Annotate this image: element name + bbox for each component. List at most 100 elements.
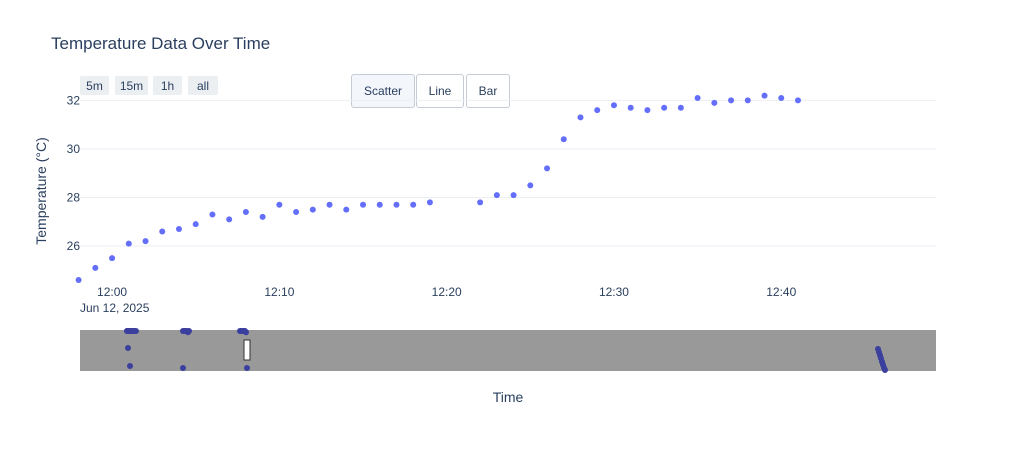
data-point[interactable]: [259, 213, 266, 220]
range-slider-point: [875, 346, 881, 352]
range-slider-point: [239, 328, 245, 334]
data-point[interactable]: [627, 104, 634, 111]
range-slider-point: [878, 355, 884, 362]
range-slider-point: [125, 345, 131, 351]
x-tick-label: 12:40: [766, 285, 796, 299]
data-point[interactable]: [309, 206, 316, 213]
chart-title: Temperature Data Over Time: [51, 34, 271, 53]
data-point[interactable]: [92, 264, 99, 271]
range-slider-point: [127, 328, 133, 334]
y-tick-label: 26: [67, 239, 81, 253]
data-point[interactable]: [493, 192, 500, 199]
data-point[interactable]: [728, 97, 735, 104]
y-tick-label: 30: [67, 142, 81, 156]
range-slider-point: [240, 328, 246, 334]
range-all-button[interactable]: all: [188, 76, 218, 95]
scatter-points[interactable]: [75, 92, 801, 283]
data-point[interactable]: [594, 107, 601, 114]
data-point[interactable]: [360, 201, 367, 208]
range-slider-point: [185, 329, 191, 336]
data-point[interactable]: [694, 95, 701, 101]
data-point[interactable]: [778, 95, 785, 101]
data-point[interactable]: [376, 201, 383, 208]
range-slider-handle[interactable]: [243, 339, 251, 361]
range-slider-point: [133, 328, 139, 334]
range-slider-point: [130, 328, 136, 334]
data-point[interactable]: [661, 104, 668, 111]
range-slider-point: [877, 352, 883, 359]
range-slider-background[interactable]: [80, 330, 936, 371]
y-tick-label: 28: [67, 190, 81, 204]
data-point[interactable]: [109, 255, 116, 262]
bar-type-button[interactable]: Bar: [466, 74, 510, 108]
data-point[interactable]: [159, 228, 166, 235]
range-slider-point: [182, 328, 188, 334]
range-slider-point: [129, 328, 135, 334]
data-point[interactable]: [209, 211, 216, 218]
range-slider-point: [132, 328, 138, 334]
data-point[interactable]: [410, 201, 417, 208]
x-axis-ticks: 12:00 12:10 12:20 12:30 12:40: [97, 285, 797, 299]
range-5m-button[interactable]: 5m: [80, 76, 109, 95]
range-slider-point: [881, 364, 887, 371]
data-point[interactable]: [644, 107, 651, 114]
data-point[interactable]: [192, 221, 199, 228]
range-slider-point: [124, 328, 130, 334]
range-1h-button[interactable]: 1h: [153, 76, 182, 95]
range-slider-point: [181, 328, 187, 334]
range-slider-point: [184, 328, 190, 334]
range-slider-point: [243, 329, 249, 336]
data-point[interactable]: [426, 199, 433, 206]
range-slider-point: [127, 328, 133, 334]
range-slider-point: [244, 365, 250, 371]
range-slider-point: [125, 328, 131, 334]
data-point[interactable]: [711, 99, 718, 106]
data-point[interactable]: [125, 240, 132, 247]
data-point[interactable]: [75, 277, 82, 283]
data-point[interactable]: [610, 102, 617, 109]
scatter-type-button[interactable]: Scatter: [351, 74, 415, 108]
range-slider-point: [237, 328, 243, 334]
x-tick-label: 12:10: [264, 285, 294, 299]
range-slider-point: [882, 367, 888, 373]
data-point[interactable]: [393, 201, 400, 208]
y-axis-ticks: 26 28 30 32: [67, 93, 81, 253]
data-point[interactable]: [544, 165, 551, 172]
range-slider-point: [129, 328, 135, 334]
range-slider-trace: [124, 328, 888, 373]
y-axis-title: Temperature (°C): [33, 137, 49, 245]
range-slider-point: [876, 349, 882, 356]
data-point[interactable]: [175, 226, 182, 233]
x-tick-label: 12:00: [97, 285, 127, 299]
data-point[interactable]: [761, 92, 768, 99]
data-point[interactable]: [794, 97, 801, 104]
line-type-button[interactable]: Line: [416, 74, 464, 108]
range-slider-point: [127, 363, 133, 369]
range-slider-point: [183, 328, 189, 334]
data-point[interactable]: [510, 192, 517, 199]
data-point[interactable]: [577, 114, 584, 121]
data-point[interactable]: [527, 182, 534, 189]
range-15m-button[interactable]: 15m: [115, 76, 148, 95]
data-point[interactable]: [560, 136, 567, 143]
data-point[interactable]: [226, 216, 233, 223]
range-slider[interactable]: [80, 328, 936, 373]
range-slider-point: [180, 328, 186, 334]
data-point[interactable]: [142, 238, 149, 245]
range-slider-point: [131, 328, 137, 334]
y-tick-label: 32: [67, 93, 81, 107]
range-slider-point: [124, 328, 130, 334]
data-point[interactable]: [276, 201, 283, 208]
data-point[interactable]: [343, 206, 350, 213]
x-tick-label: 12:20: [432, 285, 462, 299]
data-point[interactable]: [293, 209, 300, 216]
range-slider-point: [126, 328, 132, 334]
data-point[interactable]: [677, 104, 684, 111]
data-point[interactable]: [477, 199, 484, 206]
range-slider-point: [128, 328, 134, 334]
range-slider-point: [238, 328, 244, 334]
data-point[interactable]: [242, 209, 249, 216]
data-point[interactable]: [326, 201, 333, 208]
data-point[interactable]: [744, 97, 751, 104]
range-slider-point: [879, 358, 885, 365]
